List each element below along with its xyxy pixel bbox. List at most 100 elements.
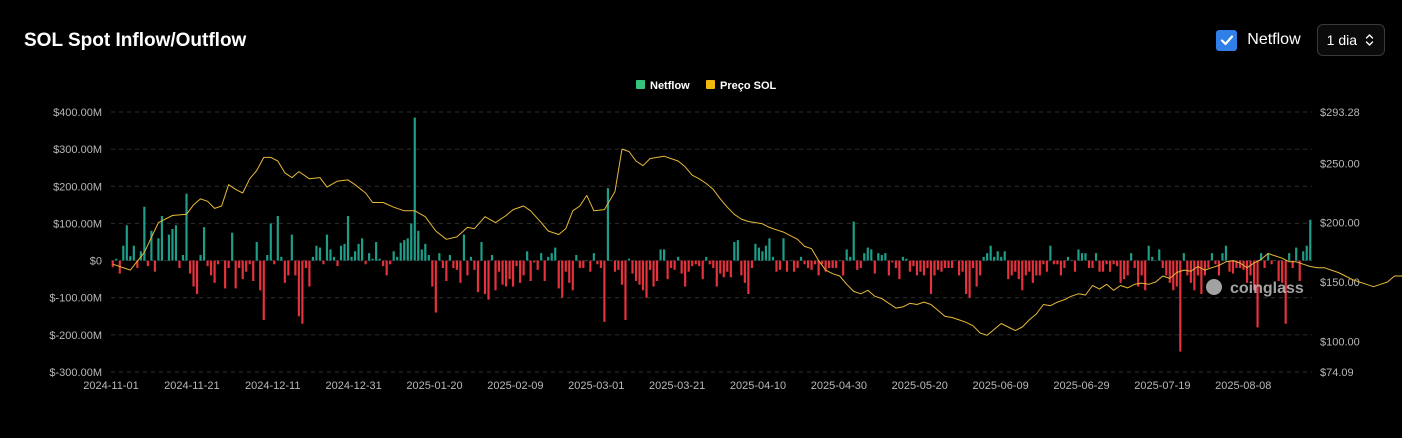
netflow-bar <box>1123 260 1126 280</box>
netflow-bar <box>1295 247 1298 261</box>
netflow-bar <box>181 255 185 261</box>
netflow-bar <box>792 260 796 272</box>
netflow-bar <box>132 245 135 261</box>
netflow-bar <box>508 260 511 280</box>
netflow-bar <box>452 260 455 268</box>
y-tick-left: $0 <box>90 256 102 268</box>
netflow-bar <box>413 117 416 261</box>
y-tick-right: $200.00 <box>1320 218 1360 230</box>
netflow-bar <box>406 238 409 261</box>
x-tick: 2025-03-21 <box>649 380 705 392</box>
netflow-bar <box>803 260 806 265</box>
netflow-bar <box>329 249 332 261</box>
netflow-bar <box>1024 260 1027 276</box>
netflow-bar <box>304 260 307 268</box>
netflow-bar <box>287 260 290 276</box>
netflow-bar <box>972 260 975 268</box>
netflow-bar <box>259 260 262 291</box>
netflow-bar <box>666 260 669 280</box>
netflow-bar <box>1249 260 1252 276</box>
netflow-bar <box>828 260 831 268</box>
netflow-bar <box>368 253 371 261</box>
netflow-bar <box>701 260 704 280</box>
netflow-bar <box>1014 260 1017 272</box>
netflow-bar <box>188 260 192 274</box>
netflow-bar <box>273 260 276 265</box>
netflow-bar <box>424 243 427 261</box>
y-axis-right: $293.28 $250.00 $200.00 $150.00 $100.00 $74.0… <box>1320 107 1360 379</box>
netflow-bar <box>213 260 216 283</box>
netflow-bar <box>993 256 996 261</box>
netflow-bar <box>961 260 964 272</box>
netflow-bar <box>1231 260 1235 274</box>
netflow-bar <box>1038 260 1041 276</box>
netflow-bar <box>799 256 803 261</box>
y-tick-left: $400.00M <box>53 107 102 119</box>
netflow-bar <box>712 260 715 268</box>
x-tick: 2025-05-20 <box>892 380 948 392</box>
netflow-bar <box>796 260 799 268</box>
netflow-bar <box>255 242 258 261</box>
netflow-bar <box>596 260 599 265</box>
x-tick: 2025-02-09 <box>487 380 543 392</box>
netflow-bar <box>866 247 869 261</box>
netflow-bar <box>603 260 606 322</box>
netflow-bar <box>1133 260 1136 268</box>
netflow-bar <box>308 260 311 287</box>
netflow-bar <box>322 260 325 265</box>
netflow-bar <box>1238 260 1242 268</box>
netflow-bar <box>838 260 841 262</box>
netflow-bar <box>504 260 508 287</box>
netflow-bar <box>1042 260 1045 265</box>
netflow-bar <box>536 260 539 270</box>
netflow-bar <box>245 260 248 272</box>
netflow-bar <box>1196 260 1199 276</box>
netflow-bar <box>842 260 845 276</box>
y-tick-left: $200.00M <box>53 181 102 193</box>
netflow-bar <box>933 260 936 276</box>
netflow-bar <box>1094 253 1098 261</box>
netflow-bar <box>238 260 241 268</box>
netflow-bar <box>1108 260 1112 272</box>
y-axis-left: $400.00M $300.00M $200.00M $100.00M $0 $-100.… <box>49 107 102 379</box>
netflow-bar <box>1144 260 1147 291</box>
x-tick: 2025-08-08 <box>1215 380 1271 392</box>
netflow-bar <box>1277 260 1280 281</box>
netflow-bar <box>283 260 286 283</box>
x-tick: 2024-12-11 <box>245 380 300 392</box>
netflow-bar <box>382 260 385 267</box>
netflow-bar <box>912 260 915 267</box>
netflow-bar <box>610 260 613 262</box>
netflow-bar <box>677 256 680 261</box>
netflow-bar <box>856 260 859 270</box>
netflow-bar <box>1073 260 1077 272</box>
x-tick: 2025-06-29 <box>1053 380 1109 392</box>
netflow-bar <box>515 260 518 267</box>
netflow-bar <box>684 260 687 287</box>
legend-swatch-price <box>706 80 715 89</box>
netflow-bar <box>659 249 662 261</box>
netflow-bar <box>775 260 778 272</box>
netflow-bar <box>1063 260 1066 268</box>
netflow-bar <box>350 256 353 261</box>
netflow-bar <box>445 260 448 281</box>
netflow-bar <box>578 260 581 268</box>
netflow-bar <box>125 225 128 261</box>
netflow-bar <box>743 260 746 283</box>
netflow-bar <box>1059 260 1063 276</box>
netflow-bar <box>919 260 922 272</box>
netflow-bar <box>519 260 522 283</box>
netflow-bar <box>870 249 873 261</box>
netflow-bar <box>617 260 620 270</box>
netflow-bar <box>195 260 199 294</box>
netflow-bar <box>1154 260 1157 262</box>
netflow-bar <box>364 260 367 265</box>
netflow-bar <box>533 260 536 263</box>
netflow-bar <box>1045 260 1048 272</box>
x-tick: 2024-11-01 <box>83 380 138 392</box>
netflow-bar <box>1147 245 1150 261</box>
netflow-bar <box>673 260 676 270</box>
netflow-bar <box>982 256 985 261</box>
netflow-bar <box>1224 245 1228 261</box>
netflow-bar <box>1112 260 1115 265</box>
